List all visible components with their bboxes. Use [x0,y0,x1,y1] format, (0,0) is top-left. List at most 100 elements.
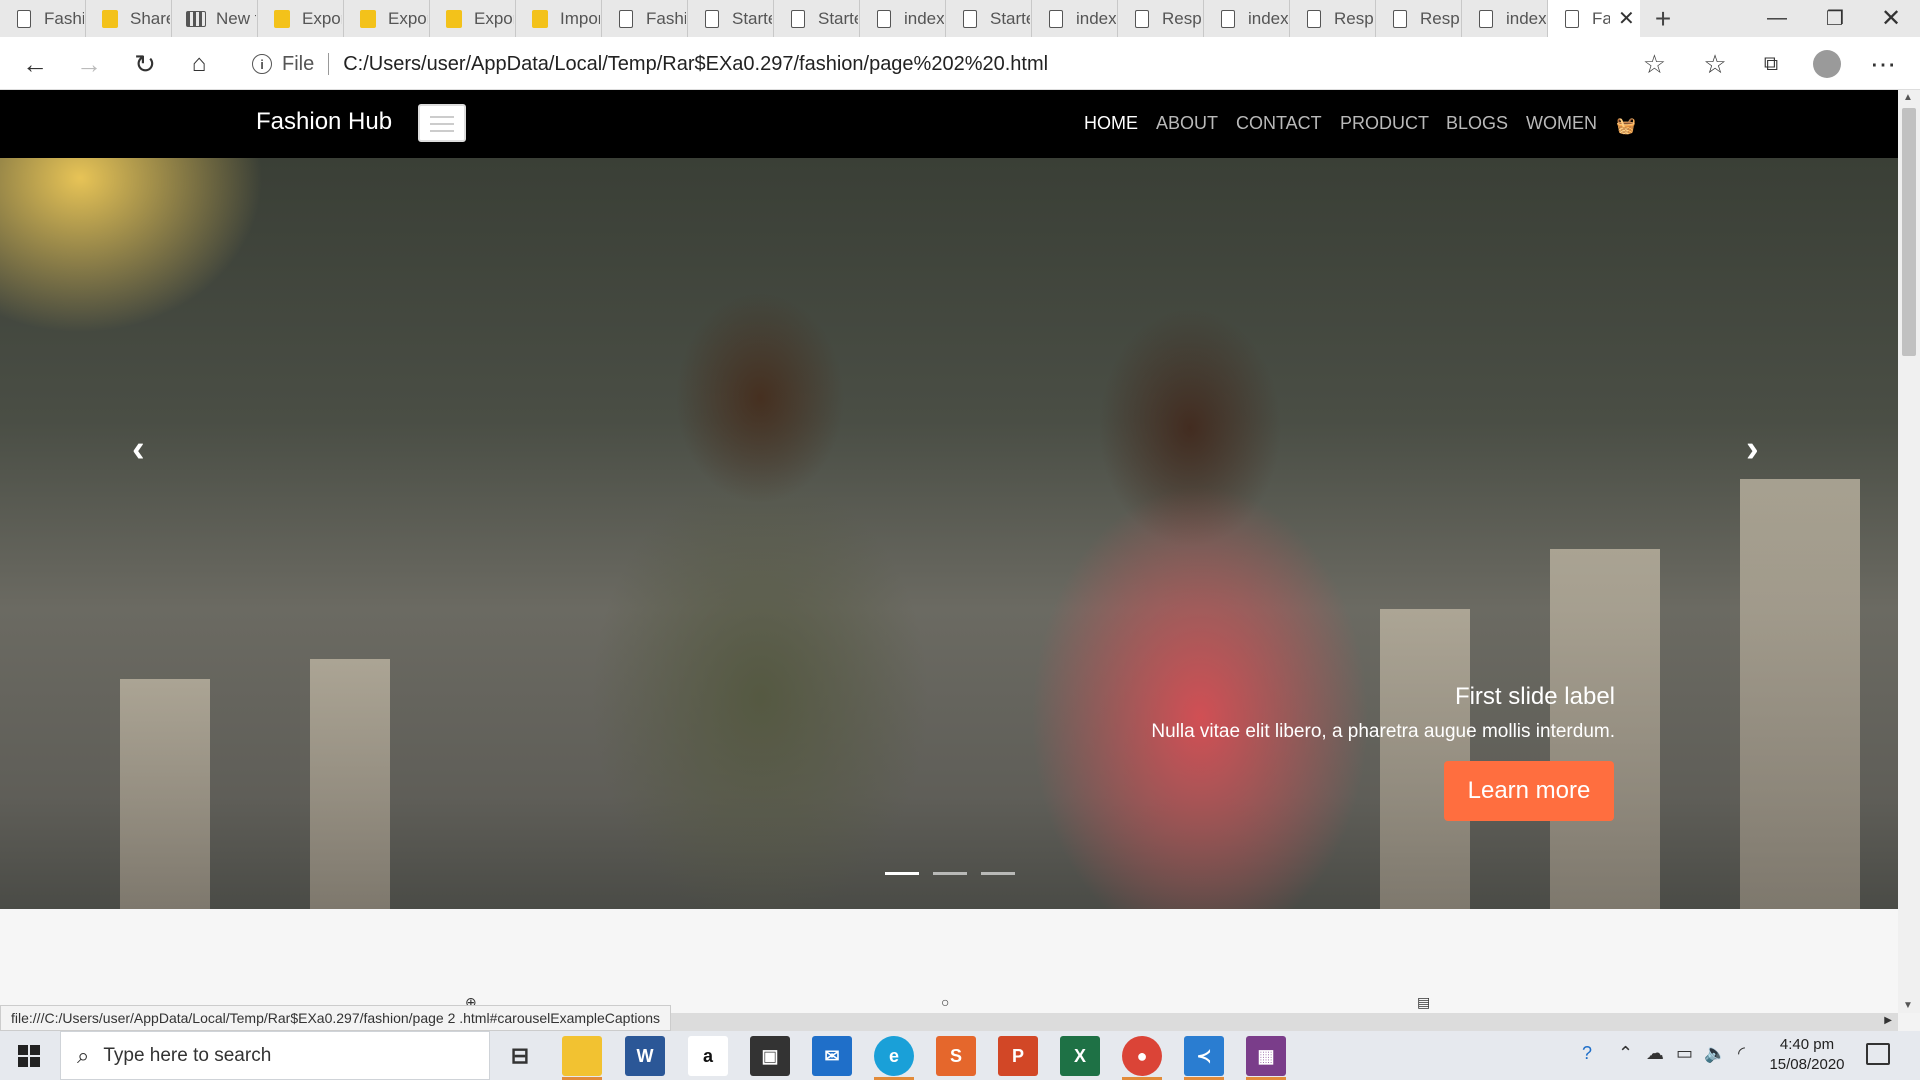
browser-tab[interactable]: Respo [1290,0,1376,37]
folder-icon [358,8,378,30]
more-menu-icon[interactable]: ⋯ [1864,45,1902,83]
file-explorer-icon[interactable] [562,1036,602,1076]
volume-icon[interactable]: 🔈 [1704,1043,1726,1064]
browser-tab[interactable]: New t [172,0,258,37]
vertical-scrollbar[interactable]: ▲ ▼ [1898,90,1920,1013]
browser-tab[interactable]: Expor [258,0,344,37]
nav-product[interactable]: PRODUCT [1340,113,1429,134]
nav-blogs[interactable]: BLOGS [1446,113,1508,134]
task-view-icon[interactable]: ⊟ [500,1036,540,1076]
page-icon [616,8,636,30]
browser-tab[interactable]: Starte [774,0,860,37]
favorites-icon[interactable]: ☆ [1696,45,1734,83]
address-bar[interactable]: i File C:/Users/user/AppData/Local/Temp/… [236,45,1678,83]
clock-time: 4:40 pm [1779,1036,1835,1053]
tab-label: Expor [474,8,514,28]
info-icon[interactable]: i [252,54,272,74]
site-brand[interactable]: Fashion Hub [256,108,392,136]
carousel-indicator[interactable] [885,872,919,875]
show-hidden-icons-chevron-icon[interactable]: ⌃ [1618,1043,1633,1064]
battery-icon[interactable]: ▭ [1676,1043,1693,1064]
browser-tab[interactable]: Share [86,0,172,37]
tab-label: Fashio [44,8,84,28]
chrome-icon[interactable]: ● [1122,1036,1162,1076]
forward-icon[interactable]: → [70,45,108,83]
restore-button[interactable]: ❐ [1806,0,1864,37]
scroll-down-icon[interactable]: ▼ [1903,1000,1913,1011]
scroll-right-icon[interactable]: ▶ [1884,1015,1892,1026]
carousel-next-icon[interactable]: › [1746,428,1759,471]
sublime-icon[interactable]: S [936,1036,976,1076]
navbar-toggler-button[interactable] [418,104,466,142]
fence-post [310,659,390,909]
taskbar-search-box[interactable]: ⌕ Type here to search [60,1031,490,1080]
mail-icon[interactable]: ✉ [812,1036,852,1076]
browser-tab[interactable]: Starte [946,0,1032,37]
browser-tab[interactable]: index [860,0,946,37]
excel-icon[interactable]: X [1060,1036,1100,1076]
wifi-icon[interactable]: ◜ [1738,1043,1745,1064]
basket-icon[interactable]: 🧺 [1616,116,1636,136]
browser-tab[interactable]: Fashio [0,0,86,37]
carousel-indicator[interactable] [981,872,1015,875]
nav-home[interactable]: HOME [1084,113,1138,134]
browser-tab[interactable]: index [1032,0,1118,37]
browser-tab[interactable]: index [1204,0,1290,37]
nav-women[interactable]: WOMEN [1526,113,1597,134]
refresh-icon[interactable]: ↻ [126,45,164,83]
fence-post [120,679,210,909]
hero-carousel: ‹ › First slide label Nulla vitae elit l… [0,158,1898,909]
close-window-button[interactable]: ✕ [1862,0,1920,37]
home-icon[interactable]: ⌂ [180,45,218,83]
profile-avatar[interactable] [1808,45,1846,83]
powerpoint-icon[interactable]: P [998,1036,1038,1076]
onedrive-icon[interactable]: ☁ [1646,1043,1664,1064]
browser-tab[interactable]: index [1462,0,1548,37]
search-placeholder: Type here to search [103,1044,272,1066]
carousel-indicator[interactable] [933,872,967,875]
browser-tab[interactable]: Respo [1118,0,1204,37]
carousel-prev-icon[interactable]: ‹ [132,428,145,471]
page-icon [702,8,722,30]
start-button[interactable] [0,1031,58,1080]
tab-close-icon[interactable]: ✕ [1618,6,1635,31]
browser-tab[interactable]: Starte [688,0,774,37]
page-viewport: Fashion Hub HOME ABOUT CONTACT PRODUCT B… [0,90,1898,1013]
browser-tab[interactable]: Impor [516,0,602,37]
tab-label: Impor [560,8,600,28]
minimize-button[interactable]: — [1748,0,1806,37]
word-icon[interactable]: W [625,1036,665,1076]
edge-icon[interactable]: e [874,1036,914,1076]
favorite-star-icon[interactable]: ☆ [1643,49,1666,80]
folder-icon [100,8,120,30]
browser-tab-active[interactable]: Fa ✕ [1548,0,1640,37]
learn-more-button[interactable]: Learn more [1444,761,1614,821]
back-icon[interactable]: ← [16,45,54,83]
scrollbar-thumb[interactable] [1902,108,1916,356]
notifications-icon[interactable] [1866,1043,1890,1065]
collections-icon[interactable]: ⧉ [1752,45,1790,83]
page-icon [1304,8,1324,30]
new-tab-button[interactable]: + [1640,0,1686,37]
amazon-icon[interactable]: a [688,1036,728,1076]
folder-icon [444,8,464,30]
browser-tab[interactable]: Expor [344,0,430,37]
page-icon [1390,8,1410,30]
tab-label: index [1076,8,1116,28]
tab-label: New t [216,8,256,28]
nav-about[interactable]: ABOUT [1156,113,1218,134]
browser-tab[interactable]: Respo [1376,0,1462,37]
address-url[interactable]: C:/Users/user/AppData/Local/Temp/Rar$EXa… [343,53,1048,76]
winrar-icon[interactable]: ▦ [1246,1036,1286,1076]
tab-label: Respo [1162,8,1202,28]
nav-contact[interactable]: CONTACT [1236,113,1322,134]
taskbar-clock[interactable]: 4:40 pm 15/08/2020 [1762,1035,1852,1075]
scroll-up-icon[interactable]: ▲ [1903,92,1913,103]
tab-label: index [904,8,944,28]
vscode-icon[interactable]: ≺ [1184,1036,1224,1076]
browser-tab[interactable]: Expor [430,0,516,37]
page-icon [1046,8,1066,30]
help-icon[interactable]: ? [1582,1043,1592,1064]
browser-tab[interactable]: Fashio [602,0,688,37]
store-icon[interactable]: ▣ [750,1036,790,1076]
